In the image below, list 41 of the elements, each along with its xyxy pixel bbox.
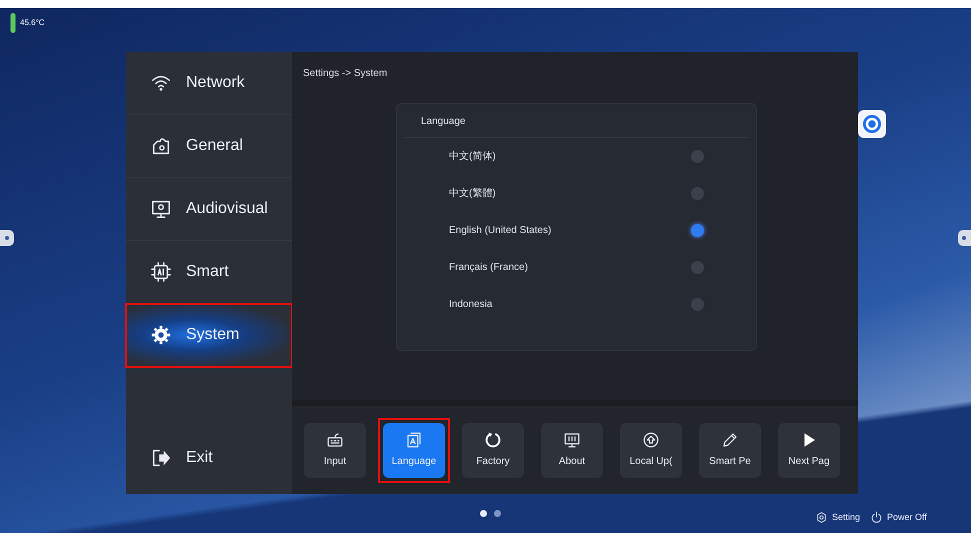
- bottom-action-button[interactable]: Power Off: [870, 511, 927, 524]
- upload-icon: [642, 431, 660, 449]
- chip-icon: [150, 261, 172, 283]
- monitor-icon: [563, 431, 581, 449]
- radio-button[interactable]: [691, 298, 704, 311]
- side-handle-icon[interactable]: [958, 230, 971, 246]
- toolbar-button[interactable]: Factory: [462, 422, 524, 478]
- toolbar-button[interactable]: Smart Pe: [699, 422, 761, 478]
- page-dot[interactable]: [480, 510, 487, 517]
- toolbar-button[interactable]: About: [541, 422, 603, 478]
- language-option[interactable]: Français (France): [397, 249, 756, 286]
- bottom-action-button[interactable]: Setting: [815, 511, 860, 524]
- side-handle-icon[interactable]: [0, 230, 14, 246]
- language-option[interactable]: English (United States): [397, 212, 756, 249]
- toolbar-button[interactable]: Language: [383, 422, 445, 478]
- gear-icon: [815, 511, 828, 524]
- pencil-icon: [721, 431, 739, 449]
- language-icon: [405, 431, 423, 449]
- monitor-icon: [150, 198, 172, 220]
- refresh-icon: [484, 431, 502, 449]
- keyboard-icon: [326, 431, 344, 449]
- page-dot[interactable]: [494, 510, 501, 517]
- radio-button[interactable]: [691, 261, 704, 274]
- exit-button[interactable]: Exit: [126, 428, 292, 488]
- power-icon: [870, 511, 884, 524]
- toolbar-button[interactable]: Local Up(: [620, 422, 682, 478]
- sidebar-item[interactable]: System: [126, 304, 292, 367]
- language-option[interactable]: 中文(繁體): [397, 175, 756, 212]
- toolbar-button[interactable]: Next Pag: [778, 422, 840, 478]
- radio-button[interactable]: [691, 224, 704, 237]
- thermometer-icon: [10, 13, 16, 33]
- breadcrumb: Settings -> System: [302, 67, 388, 81]
- language-option[interactable]: Indonesia: [397, 286, 756, 323]
- card-title: Language: [403, 104, 750, 138]
- temperature-reading: 45.6°C: [20, 17, 45, 29]
- language-option[interactable]: 中文(简体): [397, 138, 756, 175]
- radio-button[interactable]: [691, 150, 704, 163]
- toolbar-button[interactable]: Input: [304, 422, 366, 478]
- radio-button[interactable]: [691, 187, 704, 200]
- gear-icon: [150, 324, 172, 346]
- exit-icon: [150, 447, 172, 469]
